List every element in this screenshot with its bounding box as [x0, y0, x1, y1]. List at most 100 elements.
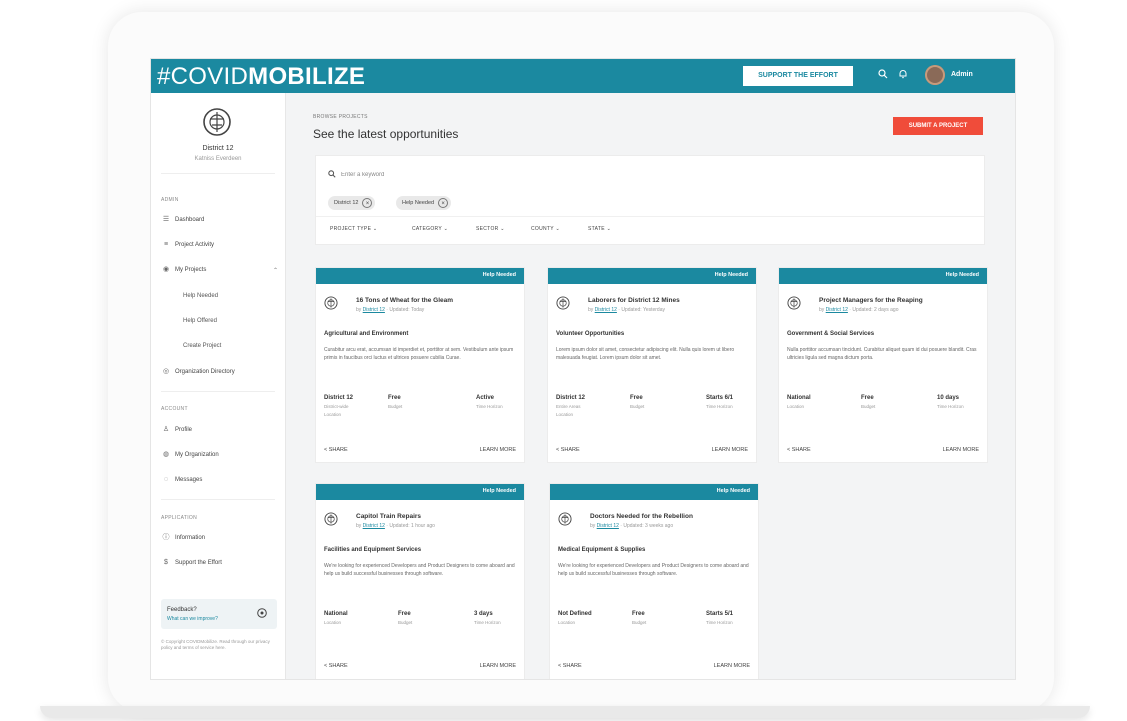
learn-more-button[interactable]: LEARN MORE: [480, 663, 516, 669]
sidebar-item-label: My Projects: [175, 267, 207, 273]
card-category: Medical Equipment & Supplies: [558, 547, 646, 553]
feedback-box[interactable]: Feedback? What can we improve?: [161, 599, 277, 629]
sidebar-item-project-activity[interactable]: ≡ Project Activity: [161, 238, 277, 252]
share-label: SHARE: [328, 447, 348, 453]
sidebar-item-support[interactable]: $ Support the Effort: [161, 556, 277, 570]
filter-dropdown-county[interactable]: COUNTY ⌄: [531, 226, 560, 232]
learn-more-button[interactable]: LEARN MORE: [714, 663, 750, 669]
learn-more-button[interactable]: LEARN MORE: [712, 447, 748, 453]
meta-updated: · Updated: 1 hour ago: [386, 523, 435, 529]
org-link[interactable]: District 12: [363, 307, 385, 313]
share-button[interactable]: < SHARE: [556, 447, 580, 453]
stat-label: Time Horizon: [706, 620, 733, 625]
support-effort-button[interactable]: SUPPORT THE EFFORT: [743, 66, 853, 86]
sidebar-item-profile[interactable]: ♙ Profile: [161, 423, 277, 437]
project-card[interactable]: Help Needed Doctors Needed for the Rebel…: [549, 483, 759, 679]
project-card[interactable]: Help Needed Project Managers for the Rea…: [778, 267, 988, 463]
card-description: Lorem ipsum dolor sit amet, consectetur …: [556, 347, 735, 361]
user-name[interactable]: Admin: [951, 71, 973, 78]
meta-prefix: by: [356, 523, 362, 529]
card-title[interactable]: Laborers for District 12 Mines: [588, 297, 680, 304]
org-user: Katniss Everdeen: [194, 156, 242, 162]
sidebar-item-information[interactable]: ⓘ Information: [161, 531, 277, 545]
stat-value: 3 days: [474, 611, 493, 617]
close-icon[interactable]: ×: [362, 198, 373, 208]
dollar-icon: $: [164, 559, 168, 566]
close-icon[interactable]: ×: [438, 198, 449, 208]
card-title[interactable]: Capitol Train Repairs: [356, 513, 421, 520]
share-button[interactable]: < SHARE: [324, 663, 348, 669]
stat-label: Location: [556, 412, 574, 417]
stat-label: Time Horizon: [706, 404, 733, 409]
filter-chip[interactable]: District 12 ×: [328, 196, 376, 210]
org-emblem-icon: [203, 108, 231, 136]
stat-location: District 12 District-wide Location: [324, 395, 384, 417]
feedback-link[interactable]: What can we improve?: [167, 616, 218, 622]
project-card[interactable]: Help Needed 16 Tons of Wheat for the Gle…: [315, 267, 525, 463]
filter-chip[interactable]: Help Needed ×: [396, 196, 452, 210]
user-avatar[interactable]: [925, 65, 945, 85]
card-meta: by District 12 · Updated: 3 weeks ago: [590, 523, 673, 529]
sidebar-item-label: Information: [175, 535, 206, 541]
search-input[interactable]: [341, 170, 641, 180]
sidebar-subitem-help-needed[interactable]: Help Needed: [183, 293, 218, 299]
card-title[interactable]: Project Managers for the Reaping: [819, 297, 923, 304]
card-title[interactable]: Doctors Needed for the Rebellion: [590, 513, 693, 520]
project-card[interactable]: Help Needed Capitol Train Repairs by Dis…: [315, 483, 525, 679]
share-label: SHARE: [562, 663, 582, 669]
project-card[interactable]: Help Needed Laborers for District 12 Min…: [547, 267, 757, 463]
sidebar-item-messages[interactable]: ◌ Messages: [161, 473, 277, 487]
learn-more-button[interactable]: LEARN MORE: [943, 447, 979, 453]
filter-dropdown-sector[interactable]: SECTOR ⌄: [476, 226, 505, 232]
stat-value: Free: [632, 611, 645, 617]
filter-dropdown-category[interactable]: CATEGORY ⌄: [412, 226, 448, 232]
share-label: SHARE: [791, 447, 811, 453]
status-badge: Help Needed: [482, 272, 516, 278]
bell-icon[interactable]: [897, 69, 909, 81]
chevron-down-icon: ⌄: [555, 226, 561, 232]
filter-dropdown-state[interactable]: STATE ⌄: [588, 226, 611, 232]
chevron-down-icon: ⌄: [500, 226, 505, 232]
org-emblem-icon: [787, 296, 801, 310]
sidebar-item-dashboard[interactable]: ☰ Dashboard: [161, 213, 277, 227]
sidebar: District 12 Katniss Everdeen ADMIN ☰ Dash…: [151, 93, 286, 679]
sidebar-item-my-projects[interactable]: ◉ My Projects: [161, 263, 277, 277]
org-name: District 12: [202, 145, 234, 152]
org-link[interactable]: District 12: [597, 523, 619, 529]
stat-label: Time Horizon: [476, 404, 503, 409]
sidebar-item-label: Project Activity: [175, 242, 215, 248]
sidebar-item-label: Organization Directory: [175, 369, 235, 375]
dropdown-label: COUNTY: [531, 226, 554, 232]
stat-budget: Free Budget: [398, 611, 458, 625]
sidebar-item-org-directory[interactable]: ◎ Organization Directory: [161, 365, 277, 379]
share-button[interactable]: < SHARE: [787, 447, 811, 453]
learn-more-button[interactable]: LEARN MORE: [480, 447, 516, 453]
card-title[interactable]: 16 Tons of Wheat for the Gleam: [356, 297, 453, 304]
sidebar-item-my-organization[interactable]: ◍ My Organization: [161, 448, 277, 462]
share-button[interactable]: < SHARE: [324, 447, 348, 453]
meta-prefix: by: [356, 307, 362, 313]
brand-logo[interactable]: #COVIDMOBILIZE: [157, 63, 365, 91]
stat-value: District 12: [556, 395, 586, 401]
org-link[interactable]: District 12: [595, 307, 617, 313]
org-emblem-icon: [324, 296, 338, 310]
card-category: Volunteer Opportunities: [556, 331, 625, 337]
page-title: See the latest opportunities: [313, 127, 459, 141]
submit-project-button[interactable]: SUBMIT A PROJECT: [893, 117, 983, 135]
stat-time: Active Time Horizon: [476, 395, 536, 409]
sidebar-subitem-create-project[interactable]: Create Project: [183, 343, 221, 349]
dropdown-label: CATEGORY: [412, 226, 442, 232]
stat-label: Budget: [398, 620, 413, 625]
sidebar-subitem-help-offered[interactable]: Help Offered: [183, 318, 217, 324]
card-header: Help Needed: [779, 268, 987, 284]
stat-label: Location: [787, 404, 805, 409]
divider: [316, 216, 984, 217]
chevron-up-icon[interactable]: ⌃: [273, 267, 278, 274]
search-icon[interactable]: [877, 69, 889, 81]
org-link[interactable]: District 12: [826, 307, 848, 313]
share-button[interactable]: < SHARE: [558, 663, 582, 669]
card-category: Facilities and Equipment Services: [324, 547, 422, 553]
filter-dropdown-project-type[interactable]: PROJECT TYPE ⌄: [330, 226, 377, 232]
stat-sub: District-wide: [324, 404, 349, 409]
org-link[interactable]: District 12: [363, 523, 385, 529]
